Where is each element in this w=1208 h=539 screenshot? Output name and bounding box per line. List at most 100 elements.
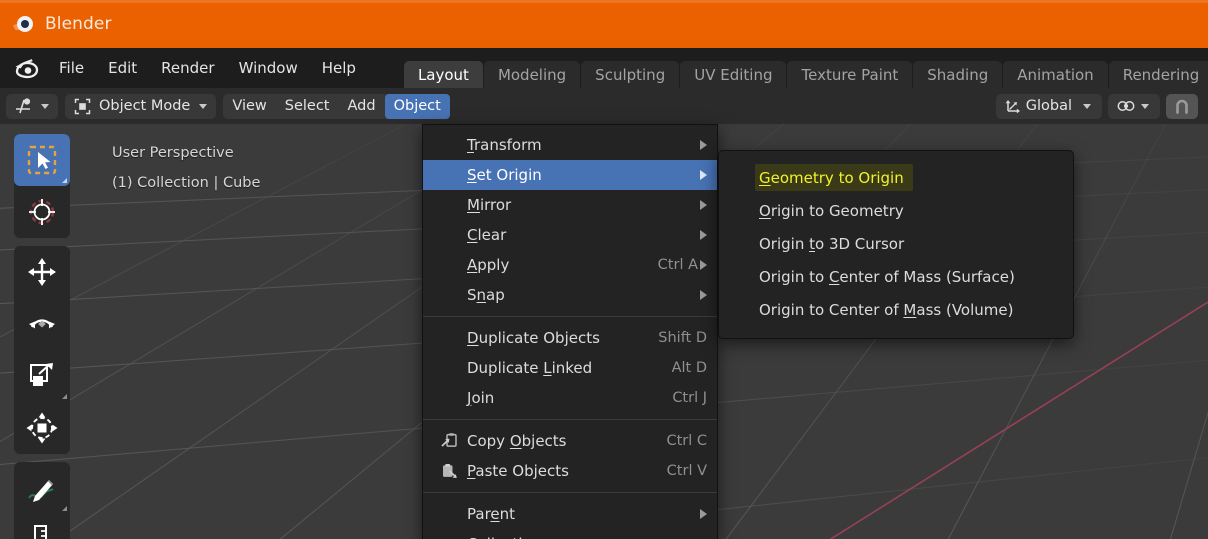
- viewport-header: Object Mode View Select Add Object Globa…: [0, 88, 1208, 124]
- menu-item-duplicate-linked[interactable]: Duplicate Linked Alt D: [423, 353, 717, 383]
- menu-item-snap[interactable]: Snap: [423, 280, 717, 310]
- tab-modeling[interactable]: Modeling: [483, 61, 581, 88]
- menu-item-label: Set Origin: [467, 166, 542, 184]
- chevron-right-icon: [700, 200, 707, 210]
- menu-help[interactable]: Help: [310, 54, 368, 82]
- proportional-editing-selector[interactable]: [1108, 93, 1160, 119]
- tool-scale[interactable]: [14, 350, 70, 402]
- blender-application-window: Blender File Edit Render Window Help Lay…: [0, 0, 1208, 539]
- viewport-header-right: Global: [990, 93, 1202, 119]
- menu-item-collection[interactable]: Collection: [423, 529, 717, 539]
- tool-rotate[interactable]: [14, 298, 70, 350]
- chevron-down-icon: [1141, 103, 1149, 109]
- menu-item-label: Duplicate Linked: [467, 359, 593, 377]
- blender-logo-icon: [13, 13, 36, 35]
- menu-item-label: Snap: [467, 286, 505, 304]
- tab-texture-paint[interactable]: Texture Paint: [787, 61, 913, 88]
- window-title: Blender: [45, 14, 112, 34]
- object-menu-dropdown[interactable]: Transform Set Origin Mirror Clear Apply …: [422, 124, 718, 539]
- tab-shading[interactable]: Shading: [913, 61, 1003, 88]
- submenu-item-label: Origin to Center of Mass (Surface): [759, 267, 1015, 286]
- copy-icon: [437, 432, 461, 451]
- tool-move[interactable]: [14, 246, 70, 298]
- menu-item-label: Paste Objects: [467, 462, 569, 480]
- menu-item-transform[interactable]: Transform: [423, 130, 717, 160]
- tool-cursor[interactable]: [14, 186, 70, 238]
- menu-item-label: Clear: [467, 226, 507, 244]
- snap-magnet-icon: [1172, 96, 1192, 116]
- menu-render[interactable]: Render: [149, 54, 226, 82]
- menu-item-shortcut: Ctrl A: [657, 257, 698, 273]
- chevron-down-icon: [199, 103, 208, 109]
- titlebar-highlight: [0, 0, 1208, 3]
- topbar: File Edit Render Window Help Layout Mode…: [0, 48, 1208, 88]
- tool-expand-corner: [62, 394, 67, 399]
- tool-group-transform: [14, 246, 70, 454]
- menu-item-label: Duplicate Objects: [467, 329, 600, 347]
- submenu-item-origin-to-center-of-mass-surface[interactable]: Origin to Center of Mass (Surface): [719, 260, 1073, 293]
- menu-edit[interactable]: Edit: [96, 54, 149, 82]
- viewport-menus: View Select Add Object: [223, 93, 450, 119]
- tab-animation[interactable]: Animation: [1003, 61, 1108, 88]
- menu-item-duplicate-objects[interactable]: Duplicate Objects Shift D: [423, 323, 717, 353]
- tab-rendering[interactable]: Rendering: [1108, 61, 1208, 88]
- measure-icon: [34, 525, 47, 539]
- menu-window[interactable]: Window: [227, 54, 310, 82]
- viewport-menu-view[interactable]: View: [223, 94, 275, 119]
- menu-item-copy-objects[interactable]: Copy Objects Ctrl C: [423, 426, 717, 456]
- menu-item-label: Apply: [467, 256, 510, 274]
- menu-item-apply[interactable]: Apply Ctrl A: [423, 250, 717, 280]
- menu-item-shortcut: Alt D: [671, 360, 707, 376]
- chevron-right-icon: [700, 509, 707, 519]
- tab-uv-editing[interactable]: UV Editing: [680, 61, 787, 88]
- menu-item-label: Join: [467, 389, 495, 407]
- submenu-item-label: Origin to Geometry: [759, 201, 904, 220]
- submenu-item-geometry-to-origin[interactable]: Geometry to Origin: [719, 161, 1073, 194]
- submenu-item-label: Geometry to Origin: [759, 168, 904, 187]
- annotate-icon: [28, 480, 54, 502]
- chevron-right-icon: [700, 140, 707, 150]
- snap-toggle[interactable]: [1166, 93, 1198, 119]
- workspace-tabs: Layout Modeling Sculpting UV Editing Tex…: [403, 48, 1208, 88]
- tool-group-annotate: [14, 462, 70, 539]
- menu-item-clear[interactable]: Clear: [423, 220, 717, 250]
- menu-item-label: Parent: [467, 505, 516, 523]
- chevron-right-icon: [700, 260, 707, 270]
- chevron-down-icon: [41, 103, 49, 109]
- menu-separator: [423, 316, 717, 317]
- menu-item-shortcut: Ctrl C: [666, 433, 707, 449]
- viewport-menu-select[interactable]: Select: [276, 94, 339, 119]
- tool-transform[interactable]: [14, 402, 70, 454]
- menu-item-join[interactable]: Join Ctrl J: [423, 383, 717, 413]
- tool-annotate[interactable]: [14, 462, 70, 514]
- menu-item-paste-objects[interactable]: Paste Objects Ctrl V: [423, 456, 717, 486]
- viewport-menu-add[interactable]: Add: [339, 94, 385, 119]
- menu-item-shortcut: Ctrl J: [672, 390, 707, 406]
- viewport-menu-object[interactable]: Object: [384, 93, 450, 119]
- transform-orientation-selector[interactable]: Global: [995, 93, 1102, 119]
- tool-select-box[interactable]: [14, 134, 70, 186]
- chevron-right-icon: [700, 230, 707, 240]
- submenu-item-origin-to-3d-cursor[interactable]: Origin to 3D Cursor: [719, 227, 1073, 260]
- menu-item-label: Collection: [461, 535, 678, 539]
- menu-separator: [423, 492, 717, 493]
- tool-expand-corner: [62, 506, 67, 511]
- tab-layout[interactable]: Layout: [403, 61, 483, 88]
- menu-item-label: Mirror: [467, 196, 512, 214]
- submenu-item-origin-to-geometry[interactable]: Origin to Geometry: [719, 194, 1073, 227]
- toolbar-left: [14, 134, 70, 539]
- tool-measure[interactable]: [14, 514, 70, 539]
- menu-item-set-origin[interactable]: Set Origin: [423, 160, 717, 190]
- menu-item-parent[interactable]: Parent: [423, 499, 717, 529]
- set-origin-submenu[interactable]: Geometry to Origin Origin to Geometry Or…: [718, 150, 1074, 339]
- menu-item-shortcut: Ctrl V: [666, 463, 707, 479]
- chevron-down-icon: [1083, 103, 1091, 109]
- object-mode-icon: [67, 98, 93, 115]
- blender-icon[interactable]: [11, 53, 41, 83]
- menu-item-mirror[interactable]: Mirror: [423, 190, 717, 220]
- interaction-mode-selector[interactable]: Object Mode: [65, 93, 217, 119]
- menu-file[interactable]: File: [47, 54, 96, 82]
- tab-sculpting[interactable]: Sculpting: [581, 61, 680, 88]
- editor-type-selector[interactable]: [6, 93, 58, 119]
- submenu-item-origin-to-center-of-mass-volume[interactable]: Origin to Center of Mass (Volume): [719, 293, 1073, 326]
